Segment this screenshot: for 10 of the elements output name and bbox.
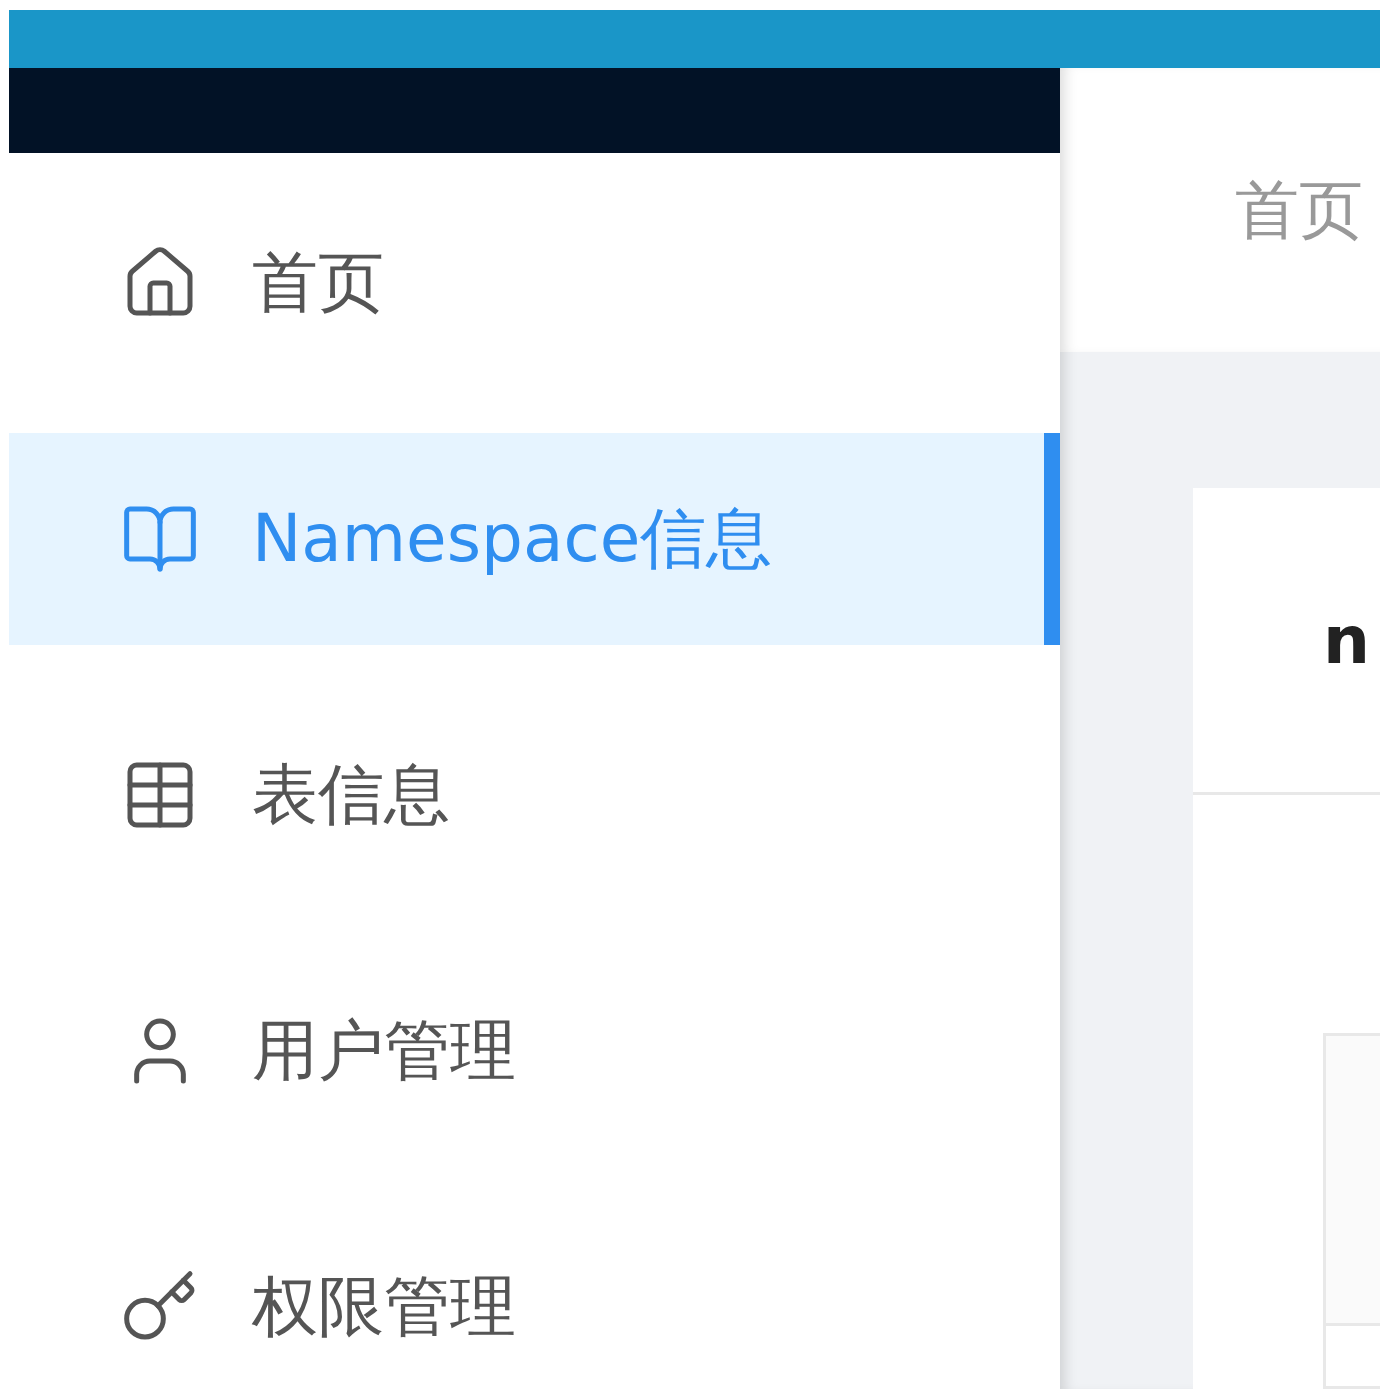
- menu-label: 用户管理: [252, 1011, 516, 1091]
- menu-label: 首页: [252, 243, 384, 323]
- card-title: n: [1323, 601, 1370, 679]
- menu-label: 权限管理: [252, 1267, 516, 1347]
- menu-item[interactable]: 权限管理: [9, 1201, 1060, 1389]
- menu-label: 表信息: [252, 755, 450, 835]
- menu-item[interactable]: 表信息: [9, 689, 1060, 901]
- menu-label: Namespace信息: [252, 499, 773, 579]
- menu-item[interactable]: 用户管理: [9, 945, 1060, 1157]
- menu-item[interactable]: 首页: [9, 177, 1060, 389]
